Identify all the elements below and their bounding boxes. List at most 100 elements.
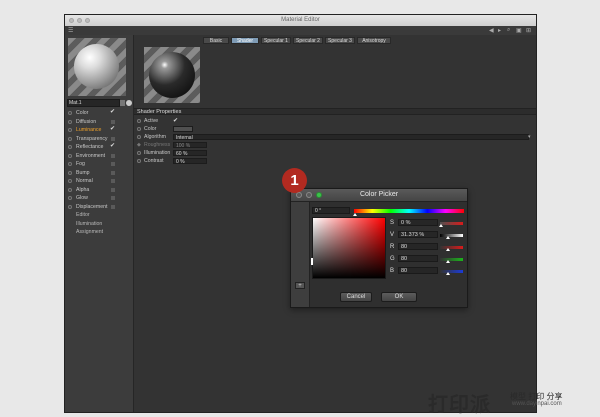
hue-field[interactable]: 0 °	[312, 207, 350, 214]
sidebar-sub-item[interactable]: Illumination	[67, 220, 129, 229]
material-name-field[interactable]: Mat.1	[67, 99, 120, 107]
channel-radio[interactable]	[68, 119, 72, 124]
channel-item[interactable]: Transparency	[67, 135, 129, 144]
channel-checkmark-icon[interactable]: ✔	[110, 108, 115, 117]
channel-item[interactable]: Fog	[67, 160, 129, 169]
illumination-label: Illumination	[144, 150, 171, 156]
green-slider-handle[interactable]	[446, 260, 450, 263]
saturation-value-field[interactable]	[312, 217, 386, 279]
back-arrow-icon[interactable]: ◀	[489, 27, 494, 34]
channel-radio[interactable]	[68, 162, 72, 166]
algorithm-dropdown[interactable]: Internal	[173, 134, 529, 141]
channel-radio[interactable]	[68, 111, 72, 115]
blue-slider-handle[interactable]	[446, 272, 450, 275]
algorithm-row: Algorithm Internal ▾	[137, 133, 533, 141]
cancel-button[interactable]: Cancel	[340, 292, 372, 302]
channel-radio[interactable]	[68, 196, 72, 200]
contrast-radio[interactable]	[137, 159, 141, 163]
channel-checkmark-icon[interactable]: ✔	[110, 142, 115, 151]
active-radio[interactable]	[137, 119, 141, 123]
channel-checkbox[interactable]	[111, 136, 115, 141]
channel-radio[interactable]	[68, 153, 72, 158]
hue-slider-handle[interactable]	[353, 213, 357, 216]
red-slider-handle[interactable]	[446, 248, 450, 251]
refresh-icon[interactable]	[126, 100, 132, 106]
tab-shader[interactable]: Shader	[231, 37, 259, 44]
lock-icon[interactable]: ▣	[516, 27, 522, 34]
channel-checkbox[interactable]	[111, 170, 115, 175]
channel-checkmark-icon[interactable]: ✔	[110, 125, 115, 134]
chevron-down-icon: ▾	[528, 134, 531, 140]
channel-checkbox[interactable]	[111, 196, 115, 200]
tab-specular-2[interactable]: Specular 2	[293, 37, 323, 44]
channel-item[interactable]: Alpha	[67, 186, 129, 195]
channel-item[interactable]: Reflectance ✔	[67, 143, 129, 152]
material-preview[interactable]	[68, 38, 126, 96]
settings-icon[interactable]: ⊞	[526, 27, 531, 34]
channel-item[interactable]: Normal	[67, 177, 129, 186]
tab-basic[interactable]: Basic	[203, 37, 229, 44]
tab-specular-1[interactable]: Specular 1	[261, 37, 291, 44]
channel-checkbox[interactable]	[111, 187, 115, 192]
step-number-badge: 1	[282, 168, 307, 193]
forward-arrow-icon[interactable]: ▸	[498, 27, 501, 34]
channel-item[interactable]: Diffusion	[67, 118, 129, 127]
saturation-value-handle[interactable]	[311, 258, 313, 265]
channel-radio[interactable]	[68, 204, 72, 209]
saturation-slider[interactable]	[440, 222, 463, 225]
menu-icon[interactable]: ☰	[68, 27, 73, 34]
color-picker-dialog: Color Picker + 0 ° S 0 % V 31.373 % R 80…	[290, 188, 468, 308]
channel-checkbox[interactable]	[111, 179, 115, 183]
channel-radio[interactable]	[68, 136, 72, 141]
color-swatch[interactable]	[173, 126, 193, 132]
channel-radio[interactable]	[68, 170, 72, 175]
add-swatch-button[interactable]: +	[295, 282, 305, 289]
algorithm-radio[interactable]	[137, 135, 141, 139]
ok-button[interactable]: OK	[381, 292, 417, 302]
illumination-field[interactable]: 60 %	[173, 150, 207, 157]
channel-item[interactable]: Bump	[67, 169, 129, 178]
channel-item[interactable]: Luminance ✔	[67, 126, 129, 135]
channel-checkbox[interactable]	[111, 119, 115, 124]
blue-field[interactable]: 80	[398, 267, 438, 274]
channel-checkbox[interactable]	[111, 204, 115, 209]
channel-radio[interactable]	[68, 187, 72, 192]
value-field[interactable]: 31.373 %	[398, 231, 438, 238]
saturation-row: S 0 %	[390, 219, 466, 227]
channel-checkbox[interactable]	[111, 153, 115, 158]
value-slider[interactable]	[440, 234, 463, 237]
channel-item[interactable]: Color ✔	[67, 109, 129, 118]
blue-slider[interactable]	[440, 270, 463, 273]
channel-item[interactable]: Glow	[67, 194, 129, 203]
channel-radio[interactable]	[68, 128, 72, 132]
channel-label: Glow	[76, 195, 88, 201]
tab-specular-3[interactable]: Specular 3	[325, 37, 355, 44]
tab-anisotropy[interactable]: Anisotropy	[357, 37, 391, 44]
color-radio[interactable]	[137, 127, 141, 131]
channel-label: Normal	[76, 178, 93, 184]
green-slider[interactable]	[440, 258, 463, 261]
hue-slider[interactable]	[354, 209, 464, 213]
channel-checkbox[interactable]	[111, 162, 115, 166]
blue-row: B 80	[390, 267, 466, 275]
sidebar-sub-item[interactable]: Assignment	[67, 228, 129, 237]
roughness-field[interactable]: 100 %	[173, 142, 207, 149]
contrast-field[interactable]: 0 %	[173, 158, 207, 165]
shader-properties-header: Shader Properties	[134, 108, 536, 115]
material-options-button[interactable]	[120, 100, 125, 106]
channel-item[interactable]: Environment	[67, 152, 129, 161]
search-icon[interactable]: ⌕	[507, 27, 510, 34]
red-field[interactable]: 80	[398, 243, 438, 250]
red-slider[interactable]	[440, 246, 463, 249]
illumination-radio[interactable]	[137, 151, 141, 155]
green-field[interactable]: 80	[398, 255, 438, 262]
channel-radio[interactable]	[68, 179, 72, 183]
channel-item[interactable]: Displacement	[67, 203, 129, 212]
watermark: 打印派 模型 打印 分享 www.dayinpai.com	[428, 391, 598, 416]
value-slider-handle[interactable]	[446, 236, 450, 239]
saturation-slider-handle[interactable]	[439, 224, 443, 227]
sidebar-sub-item[interactable]: Editor	[67, 211, 129, 220]
active-checkbox[interactable]: ✔	[173, 117, 178, 125]
channel-radio[interactable]	[68, 145, 72, 149]
saturation-field[interactable]: 0 %	[398, 219, 438, 226]
